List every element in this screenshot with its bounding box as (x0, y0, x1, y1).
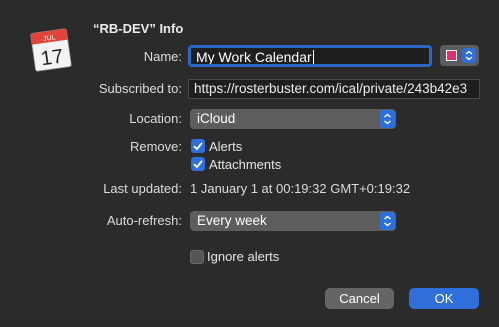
color-swatch (446, 50, 457, 61)
name-field-value: My Work Calendar (196, 49, 312, 65)
attachments-label: Attachments (209, 157, 282, 172)
location-popup[interactable]: iCloud (190, 109, 396, 129)
cancel-button[interactable]: Cancel (325, 288, 394, 309)
remove-label: Remove: (129, 139, 182, 154)
location-label: Location: (129, 111, 182, 126)
alerts-label: Alerts (209, 139, 243, 154)
alerts-checkbox[interactable] (191, 139, 205, 153)
chevron-down-icon (462, 48, 476, 63)
checkmark-icon (193, 160, 203, 169)
text-caret (312, 50, 314, 64)
checkmark-icon (193, 142, 203, 151)
subscription-url-value: https://rosterbuster.com/ical/private/24… (194, 81, 468, 96)
popup-stepper-icon (380, 212, 395, 230)
ignore-alerts-label: Ignore alerts (207, 249, 280, 264)
location-popup-value: iCloud (197, 111, 236, 126)
name-label: Name: (143, 49, 182, 64)
name-field[interactable]: My Work Calendar (188, 45, 432, 67)
dialog-title: “RB-DEV” Info (93, 21, 184, 36)
color-picker[interactable] (440, 45, 479, 66)
auto-refresh-popup-value: Every week (197, 213, 267, 228)
attachments-checkbox[interactable] (191, 157, 205, 171)
subscribed-label: Subscribed to: (98, 81, 182, 96)
auto-refresh-label: Auto-refresh: (106, 213, 182, 228)
subscription-url-field[interactable]: https://rosterbuster.com/ical/private/24… (188, 79, 480, 99)
last-updated-value: 1 January 1 at 00:19:32 GMT+0:19:32 (190, 181, 411, 196)
popup-stepper-icon (380, 110, 395, 128)
last-updated-label: Last updated: (103, 181, 182, 196)
ok-button[interactable]: OK (409, 288, 479, 309)
auto-refresh-popup[interactable]: Every week (190, 211, 396, 231)
ignore-alerts-checkbox[interactable] (190, 250, 204, 264)
